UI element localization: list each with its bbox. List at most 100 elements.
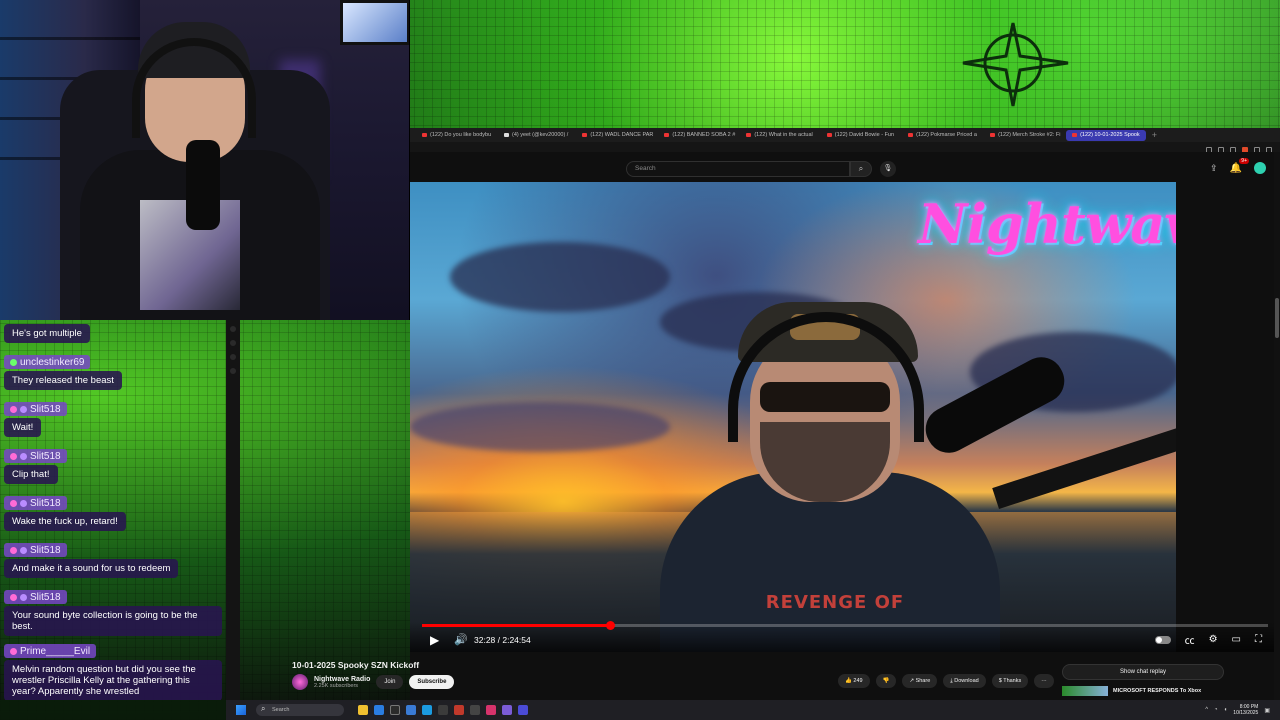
browser-tab-active[interactable]: (122) 10-01-2025 Spook [1066,129,1146,141]
star-badge-icon [20,593,27,601]
channel-name[interactable]: Nightwave Radio [314,676,370,683]
browser-tab[interactable]: (122) Do you like bodybu [416,130,496,141]
upload-icon[interactable]: ⇪ [1210,163,1218,174]
sidebar-home-icon[interactable] [230,326,236,332]
chat-username-row: Slit518 [4,590,67,604]
page-scrollbar[interactable] [1274,152,1280,700]
settings-app-icon[interactable] [470,705,480,715]
sidebar-you-icon[interactable] [230,368,236,374]
search-icon[interactable]: ⌕ [850,161,872,177]
chat-username-row: Slit518 [4,543,67,557]
heart-badge-icon [10,499,17,507]
wifi-icon[interactable]: ◔ [1214,707,1218,713]
mic-icon[interactable]: 🎙 [880,161,896,177]
file-explorer-icon[interactable] [358,705,368,715]
secondary-column: Show chat replay MICROSOFT RESPONDS To X… [1062,664,1224,696]
terminal-icon[interactable] [438,705,448,715]
task-view-icon[interactable] [390,705,400,715]
chat-message-text: Wait! [4,418,42,437]
browser-tab[interactable]: (122) WADL DANCE PAR [576,130,656,141]
gear-icon[interactable]: ⚙ [1209,634,1218,645]
notifications-icon[interactable]: ▣ [1264,707,1270,714]
avatar[interactable] [1254,162,1266,174]
player-controls: ▶ 🔊 32:28 / 2:24:54 ㏄ ⚙ ▭ ⛶ [410,621,1280,652]
edge-icon[interactable] [374,705,384,715]
notification-count: 9+ [1239,157,1249,164]
star-badge-icon [20,546,27,554]
speaker-icon[interactable]: ◖ [1224,707,1228,713]
webcam-feed [0,0,410,320]
browser-tab[interactable]: (122) David Bowie - Fun [821,130,900,141]
channel-info: Nightwave Radio 2.25K subscribers [314,676,370,689]
progress-bar[interactable] [422,621,1268,630]
opera-icon[interactable] [454,705,464,715]
download-button[interactable]: ⤓ Download [943,674,986,688]
browser-tab[interactable]: (122) Pokmarse Priced a [902,130,982,141]
chat-username: Prime_____Evil [20,645,91,657]
subscribe-button[interactable]: Subscribe [409,675,455,689]
chat-message-text: Wake the fuck up, retard! [4,512,126,531]
theater-mode-icon[interactable]: ▭ [1232,634,1241,645]
captions-icon[interactable]: ㏄ [1185,632,1195,647]
show-chat-replay-button[interactable]: Show chat replay [1062,664,1224,680]
taskbar-search[interactable]: Search [256,703,344,716]
browser-window: (122) Do you like bodybu (4) yeet (@kev2… [410,128,1280,700]
browser-tab[interactable]: (4) yeet (@kev20000) / [498,130,574,141]
bell-icon[interactable]: 🔔 9+ [1230,157,1249,174]
discord-icon[interactable] [502,705,512,715]
like-count: 249 [853,678,863,684]
app-icon[interactable] [518,705,528,715]
heart-badge-icon [10,593,17,601]
channel-avatar[interactable] [292,674,308,690]
volume-icon[interactable]: 🔊 [454,633,468,646]
chat-username: unclestinker69 [20,356,85,368]
sidebar-subscriptions-icon[interactable] [230,354,236,360]
recommended-video[interactable]: MICROSOFT RESPONDS To Xbox [1062,686,1224,696]
youtube-icon [1072,133,1078,137]
youtube-icon [422,133,427,137]
clock-date: 10/13/2025 [1233,710,1259,716]
clock[interactable]: 8:00 PM 10/13/2025 [1233,704,1258,716]
browser-app-icon[interactable] [406,705,416,715]
youtube-icon [746,133,752,137]
fullscreen-icon[interactable]: ⛶ [1255,634,1262,645]
dislike-button[interactable]: 👎 [875,674,897,688]
scrollbar-thumb[interactable] [1275,298,1279,338]
play-icon[interactable]: ▶ [430,633,439,647]
video-player[interactable]: Nightwave REVENGE OF [410,182,1176,652]
browser-tab[interactable]: (122) BANNED SOBA 2 # [658,130,738,141]
overlay-star-icon [962,22,1069,107]
progress-scrubber[interactable] [605,621,615,630]
autoplay-toggle[interactable] [1154,635,1171,644]
youtube-icon [826,133,832,137]
chat-message: Prime_____Evil Melvin random question bu… [4,644,226,700]
thanks-button[interactable]: $ Thanks [991,674,1029,688]
channel-row: Nightwave Radio 2.25K subscribers Join S… [292,674,455,690]
browser-tab[interactable]: (122) Merch Stroke #2: Fi [984,130,1064,141]
pencil-badge-icon [10,358,17,366]
sidebar-shorts-icon[interactable] [230,340,236,346]
tab-bar: (122) Do you like bodybu (4) yeet (@kev2… [410,128,1280,142]
search-input[interactable]: Search [626,161,850,177]
tab-label: (122) Do you like bodybu [430,132,492,138]
more-actions-button[interactable]: ··· [1034,674,1054,688]
like-button[interactable]: 👍 249 [838,674,870,688]
recommended-title[interactable]: MICROSOFT RESPONDS To Xbox [1113,688,1201,694]
browser-tab[interactable]: (122) What in the actual [740,130,818,141]
obs-icon[interactable] [486,705,496,715]
chat-username-row: Slit518 [4,449,67,463]
share-button[interactable]: ↗ Share [902,674,938,688]
browser-toolbar [410,142,1280,153]
telegram-icon[interactable] [422,705,432,715]
new-tab-button[interactable]: + [1152,130,1157,140]
tab-label: (122) 10-01-2025 Spook [1080,132,1140,138]
windows-start-icon[interactable] [236,705,246,715]
chevron-up-icon[interactable]: ^ [1205,707,1208,713]
stream-chat: He's got multiple unclestinker69 They re… [0,320,226,700]
chat-username: Slit518 [30,544,61,556]
youtube-header: Search ⌕ 🎙 ⇪ 🔔 9+ [410,152,1280,182]
time-display: 32:28 / 2:24:54 [474,635,531,645]
chat-message: Slit518 And make it a sound for us to re… [4,543,226,578]
recommended-thumbnail[interactable] [1062,686,1108,696]
join-button[interactable]: Join [376,675,404,689]
